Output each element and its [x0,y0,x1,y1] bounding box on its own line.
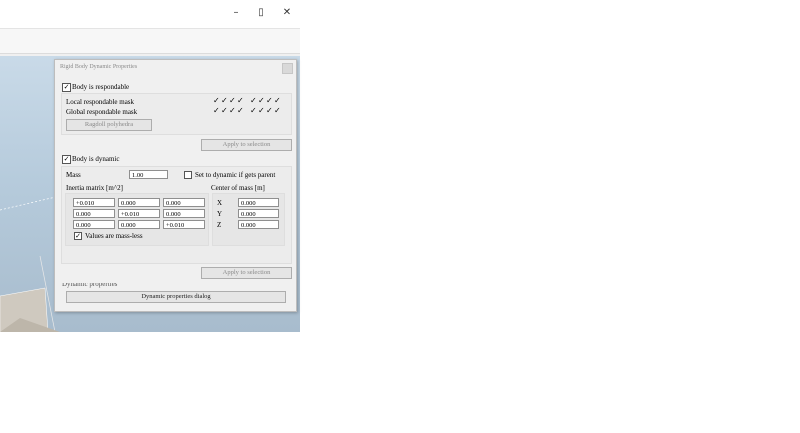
global-mask-bit[interactable]: ✓ [229,107,236,115]
com-z-input[interactable]: 0.000 [238,220,279,229]
com-label: Center of mass [m] [211,184,265,192]
respondable-checkbox[interactable]: ✓ [62,83,71,92]
inertia-cell[interactable]: 0.000 [118,198,160,207]
respondable-group: Local respondable mask Global respondabl… [61,93,292,135]
title-bar: – ▯ ✕ [0,0,300,28]
local-mask-bit[interactable]: ✓ [221,97,228,105]
respondable-label: Body is respondable [72,83,130,91]
apply-respondable-button[interactable]: Apply to selection [201,139,292,151]
com-box: X Y Z 0.000 0.000 0.000 [212,193,285,246]
inertia-cell[interactable]: 0.000 [163,209,205,218]
dialog-title: Rigid Body Dynamic Properties [60,64,138,70]
local-mask-bit[interactable]: ✓ [266,97,273,105]
global-mask-label: Global respondable mask [66,108,138,116]
inertia-cell[interactable]: +0.010 [73,198,115,207]
local-mask-bit[interactable]: ✓ [237,97,244,105]
dialog-close-button[interactable] [282,63,293,74]
mass-less-checkbox[interactable]: ✓ [74,232,82,240]
mass-less-label: Values are mass-less [85,232,143,240]
local-mask-bit[interactable]: ✓ [250,97,257,105]
rigid-body-dialog: Rigid Body Dynamic Properties ✓ Body is … [54,59,297,312]
local-mask-bit[interactable]: ✓ [258,97,265,105]
local-mask-bit[interactable]: ✓ [229,97,236,105]
inertia-cell[interactable]: +0.010 [163,220,205,229]
toolbar-strip [0,28,300,54]
global-mask-bit[interactable]: ✓ [266,107,273,115]
com-axis-label: Y [217,210,223,218]
inertia-label: Inertia matrix [m^2] [66,184,123,192]
com-axis-label: X [217,199,223,207]
dynamic-group: Mass 1.00 Set to dynamic if gets parent … [61,166,292,264]
global-mask-bit[interactable]: ✓ [221,107,228,115]
inertia-cell[interactable]: 0.000 [118,220,160,229]
global-mask-bit[interactable]: ✓ [250,107,257,115]
apply-dynamic-button[interactable]: Apply to selection [201,267,292,279]
com-axis-label: Z [217,221,222,229]
inertia-cell[interactable]: 0.000 [73,209,115,218]
global-mask-bit[interactable]: ✓ [258,107,265,115]
restore-button[interactable]: ▯ [253,6,269,20]
dynamic-properties-dialog-button[interactable]: Dynamic properties dialog [66,291,286,303]
global-mask-bit[interactable]: ✓ [213,107,220,115]
dynamic-properties-section-label: Dynamic properties [62,280,118,288]
inertia-matrix-box: +0.010 0.000 0.000 0.000 +0.010 0.000 0.… [65,193,209,246]
inertia-cell[interactable]: 0.000 [73,220,115,229]
set-dynamic-checkbox[interactable] [184,171,192,179]
com-x-input[interactable]: 0.000 [238,198,279,207]
local-mask-bit[interactable]: ✓ [213,97,220,105]
inertia-cell[interactable]: 0.000 [163,198,205,207]
dynamic-label: Body is dynamic [72,155,120,163]
mass-input[interactable]: 1.00 [129,170,168,179]
minimize-button[interactable]: – [228,6,244,20]
mass-label: Mass [66,171,81,179]
set-dynamic-label: Set to dynamic if gets parent [195,171,276,179]
ragdoll-polyhedra-button[interactable]: Ragdoll polyhedra [66,119,152,131]
close-button[interactable]: ✕ [279,6,295,20]
com-y-input[interactable]: 0.000 [238,209,279,218]
dynamic-checkbox[interactable]: ✓ [62,155,71,164]
local-mask-bit[interactable]: ✓ [274,97,281,105]
inertia-cell[interactable]: +0.010 [118,209,160,218]
dialog-title-bar: Rigid Body Dynamic Properties [55,60,296,76]
global-mask-bit[interactable]: ✓ [274,107,281,115]
local-mask-label: Local respondable mask [66,98,135,106]
global-mask-bit[interactable]: ✓ [237,107,244,115]
